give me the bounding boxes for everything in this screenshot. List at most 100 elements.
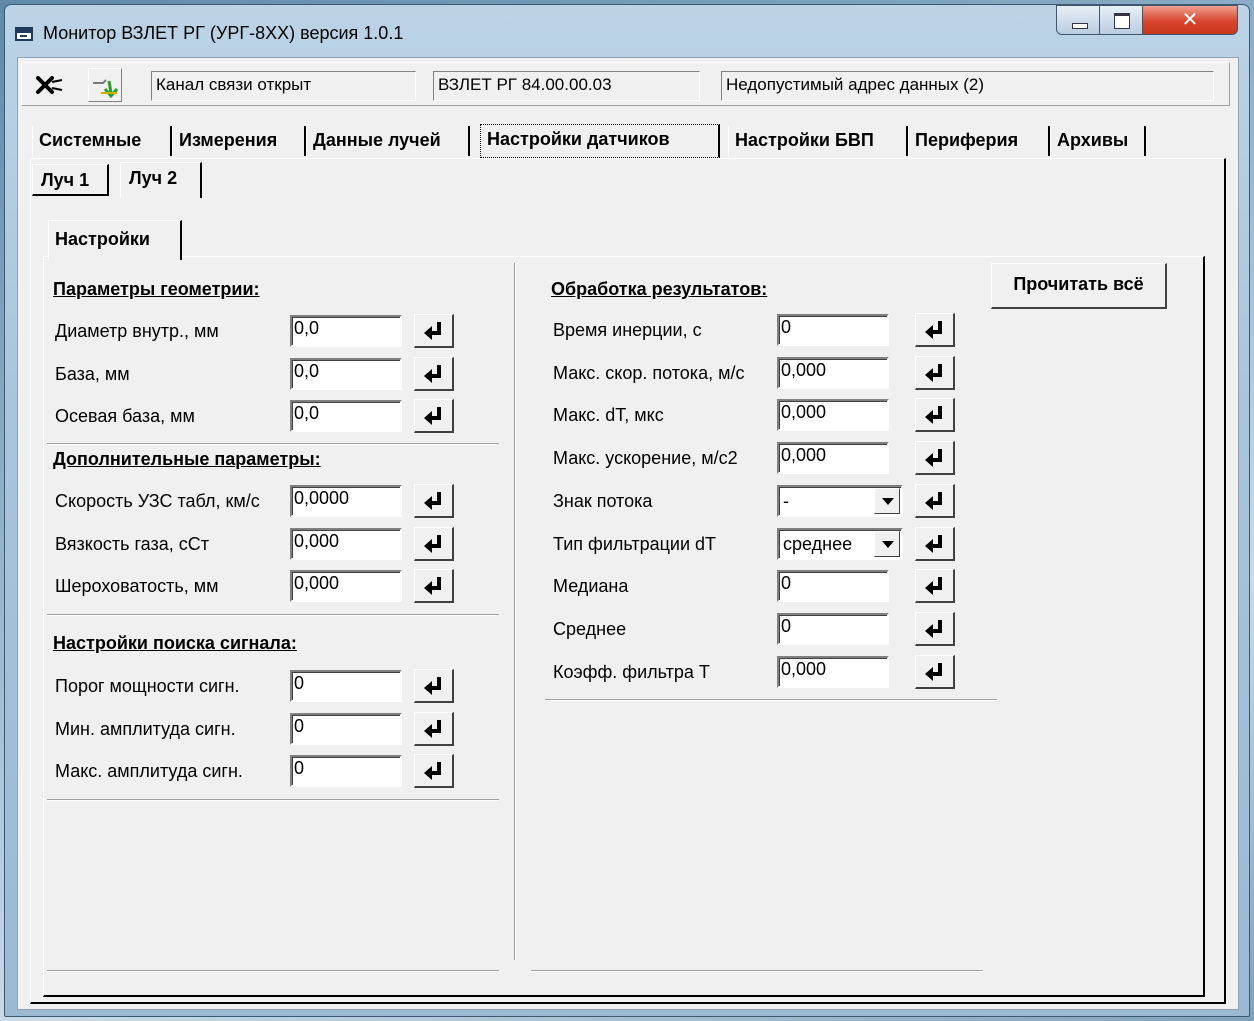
enter-arrow-icon (925, 577, 942, 596)
geometry-label: Диаметр внутр., мм (55, 321, 219, 341)
connect-button[interactable] (32, 68, 66, 102)
processing-label: Макс. скор. потока, м/с (553, 362, 745, 383)
processing-apply-button[interactable] (915, 611, 955, 646)
enter-arrow-icon (424, 322, 441, 340)
title-bar[interactable]: Монитор ВЗЛЕТ РГ (УРГ-8XX) версия 1.0.1 … (5, 5, 1249, 57)
enter-arrow-icon (925, 363, 942, 382)
tab-peripherals[interactable]: Периферия (908, 126, 1050, 156)
read-all-button[interactable]: Прочитать всё (991, 263, 1167, 309)
enter-arrow-icon (424, 492, 441, 510)
processing-label: Медиана (553, 576, 629, 597)
connection-status-field: Канал связи открыт (151, 71, 416, 101)
tab-bvp-settings[interactable]: Настройки БВП (728, 126, 908, 156)
enter-arrow-icon (925, 534, 942, 553)
tab-archives[interactable]: Архивы (1050, 126, 1146, 156)
geometry-divider (47, 443, 499, 445)
tab-beam-1[interactable]: Луч 1 (32, 164, 109, 196)
select-value: среднее (783, 533, 853, 554)
toolbar: Канал связи открыт ВЗЛЕТ РГ 84.00.00.03 … (21, 62, 1230, 106)
error-message-field: Недопустимый адрес данных (2) (721, 71, 1214, 101)
enter-arrow-icon (925, 406, 942, 425)
processing-apply-button[interactable] (915, 483, 955, 518)
processing-input[interactable]: 0 (777, 314, 889, 346)
processing-label: Тип фильтрации dT (553, 533, 717, 554)
processing-select[interactable]: среднее (777, 527, 903, 560)
processing-title: Обработка результатов: (551, 279, 768, 299)
geometry-input[interactable]: 0,0 (290, 357, 402, 390)
dropdown-button[interactable] (874, 487, 900, 514)
processing-input[interactable]: 0,000 (777, 399, 889, 432)
processing-apply-button[interactable] (915, 569, 955, 604)
processing-input[interactable]: 0,000 (777, 356, 889, 389)
signal-search-input[interactable]: 0 (290, 670, 402, 702)
tab-beam-data[interactable]: Данные лучей (306, 126, 470, 156)
signal-search-title: Настройки поиска сигнала: (53, 633, 297, 653)
window-title: Монитор ВЗЛЕТ РГ (УРГ-8XX) версия 1.0.1 (43, 23, 404, 43)
enter-arrow-icon (925, 619, 942, 638)
tab-settings[interactable]: Настройки (48, 220, 182, 260)
processing-apply-button[interactable] (915, 398, 955, 433)
enter-arrow-icon (424, 719, 441, 738)
processing-input[interactable]: 0,000 (777, 655, 889, 688)
processing-apply-button[interactable] (915, 526, 955, 561)
processing-input[interactable]: 0 (777, 570, 889, 603)
processing-apply-button[interactable] (915, 313, 955, 347)
processing-divider (545, 699, 997, 701)
signal-search-apply-button[interactable] (414, 711, 454, 746)
processing-select[interactable]: - (777, 484, 903, 517)
additional-input[interactable]: 0,000 (290, 570, 402, 603)
geometry-apply-button[interactable] (414, 314, 454, 348)
processing-label: Знак потока (553, 490, 653, 511)
processing-label: Среднее (553, 618, 627, 639)
app-window: Монитор ВЗЛЕТ РГ (УРГ-8XX) версия 1.0.1 … (4, 4, 1250, 1017)
signal-search-label: Порог мощности сигн. (55, 676, 240, 696)
maximize-button[interactable] (1099, 5, 1143, 35)
geometry-apply-button[interactable] (414, 399, 454, 434)
enter-arrow-icon (424, 762, 441, 781)
geometry-input[interactable]: 0,0 (290, 315, 402, 347)
geometry-apply-button[interactable] (414, 356, 454, 391)
processing-apply-button[interactable] (915, 441, 955, 476)
signal-search-input[interactable]: 0 (290, 712, 402, 745)
dropdown-button[interactable] (874, 530, 900, 557)
enter-arrow-icon (424, 577, 441, 596)
close-button[interactable]: ✕ (1142, 5, 1238, 35)
enter-arrow-icon (424, 677, 441, 695)
geometry-label: Осевая база, мм (55, 406, 195, 427)
processing-label: Макс. dT, мкс (553, 405, 664, 426)
processing-input[interactable]: 0,000 (777, 442, 889, 475)
additional-divider (47, 614, 499, 616)
signal-search-input[interactable]: 0 (290, 755, 402, 788)
additional-input[interactable]: 0,0000 (290, 485, 402, 517)
disconnect-button[interactable] (88, 68, 122, 102)
enter-arrow-icon (424, 364, 441, 383)
signal-search-apply-button[interactable] (414, 669, 454, 703)
processing-apply-button[interactable] (915, 654, 955, 689)
tab-beam-2[interactable]: Луч 2 (120, 162, 202, 198)
signal-search-apply-button[interactable] (414, 754, 454, 789)
additional-apply-button[interactable] (414, 569, 454, 604)
device-id-field: ВЗЛЕТ РГ 84.00.00.03 (433, 71, 700, 101)
processing-label: Время инерции, с (553, 320, 702, 340)
additional-apply-button[interactable] (414, 526, 454, 561)
enter-arrow-icon (925, 449, 942, 468)
app-window-icon[interactable] (15, 27, 33, 41)
signal-search-label: Мин. амплитуда сигн. (55, 718, 236, 739)
additional-input[interactable]: 0,000 (290, 527, 402, 560)
additional-title: Дополнительные параметры: (53, 449, 321, 469)
maximize-icon (1114, 13, 1130, 29)
tab-measurements[interactable]: Измерения (172, 126, 306, 156)
tab-system[interactable]: Системные (32, 126, 172, 156)
minimize-button[interactable] (1056, 5, 1100, 35)
tab-sensor-settings[interactable]: Настройки датчиков (480, 124, 720, 158)
enter-arrow-icon (925, 321, 942, 339)
enter-arrow-icon (925, 491, 942, 510)
processing-apply-button[interactable] (915, 355, 955, 390)
close-icon: ✕ (1181, 7, 1199, 31)
processing-input[interactable]: 0 (777, 612, 889, 645)
minimize-icon (1072, 23, 1088, 29)
geometry-label: База, мм (55, 363, 130, 384)
geometry-input[interactable]: 0,0 (290, 400, 402, 433)
additional-apply-button[interactable] (414, 484, 454, 518)
additional-label: Шероховатость, мм (55, 576, 219, 597)
